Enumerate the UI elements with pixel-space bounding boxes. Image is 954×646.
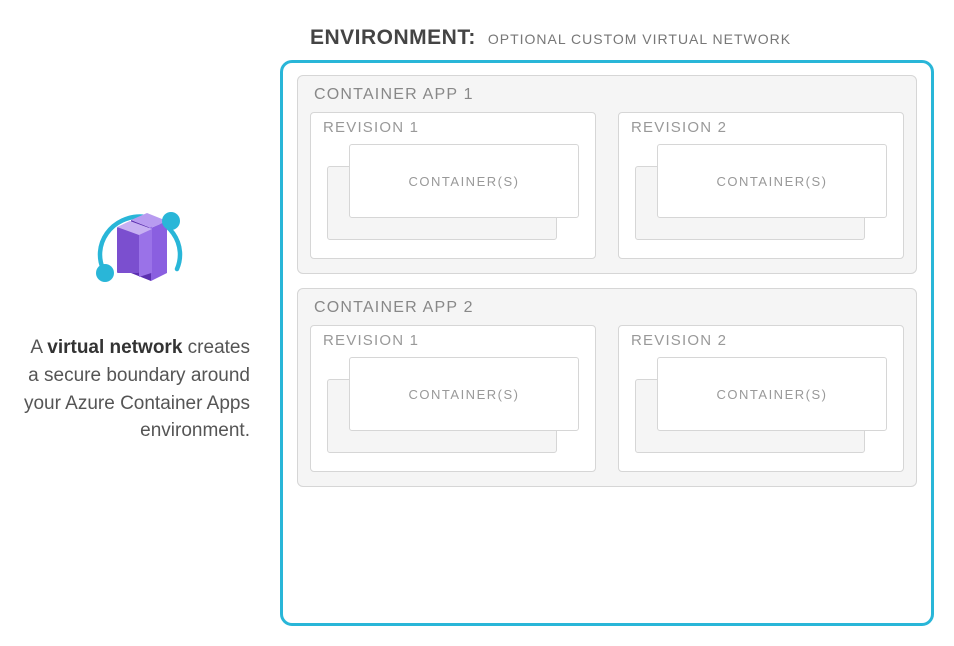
container-label: CONTAINER(S) — [717, 174, 828, 189]
revision-title: REVISION 1 — [323, 119, 585, 136]
description-column: A virtual network creates a secure bound… — [20, 20, 280, 626]
environment-sublabel: OPTIONAL CUSTOM VIRTUAL NETWORK — [488, 31, 791, 47]
environment-label: ENVIRONMENT: — [310, 26, 476, 50]
container-label: CONTAINER(S) — [409, 174, 520, 189]
app-title: CONTAINER APP 1 — [314, 86, 904, 104]
diagram-column: ENVIRONMENT: OPTIONAL CUSTOM VIRTUAL NET… — [280, 20, 934, 626]
app-title: CONTAINER APP 2 — [314, 299, 904, 317]
environment-box: CONTAINER APP 1 REVISION 1 CONTAINER(S) … — [280, 60, 934, 626]
container-stack: CONTAINER(S) — [635, 357, 887, 457]
environment-header: ENVIRONMENT: OPTIONAL CUSTOM VIRTUAL NET… — [280, 20, 934, 60]
container-label: CONTAINER(S) — [409, 387, 520, 402]
revision-title: REVISION 1 — [323, 332, 585, 349]
revision-box: REVISION 1 CONTAINER(S) — [310, 112, 596, 259]
desc-prefix: A — [30, 337, 47, 358]
container-app-2: CONTAINER APP 2 REVISION 1 CONTAINER(S) … — [297, 288, 917, 487]
container-label: CONTAINER(S) — [717, 387, 828, 402]
revision-row: REVISION 1 CONTAINER(S) REVISION 2 CONTA… — [310, 325, 904, 472]
revision-box: REVISION 1 CONTAINER(S) — [310, 325, 596, 472]
container-app-1: CONTAINER APP 1 REVISION 1 CONTAINER(S) … — [297, 75, 917, 274]
virtual-network-icon — [85, 201, 195, 306]
desc-bold: virtual network — [47, 337, 182, 358]
container-stack: CONTAINER(S) — [635, 144, 887, 244]
container-card-front: CONTAINER(S) — [349, 144, 579, 218]
container-card-front: CONTAINER(S) — [657, 357, 887, 431]
container-card-front: CONTAINER(S) — [657, 144, 887, 218]
container-stack: CONTAINER(S) — [327, 144, 579, 244]
revision-title: REVISION 2 — [631, 119, 893, 136]
container-stack: CONTAINER(S) — [327, 357, 579, 457]
revision-title: REVISION 2 — [631, 332, 893, 349]
description-text: A virtual network creates a secure bound… — [20, 334, 260, 444]
revision-row: REVISION 1 CONTAINER(S) REVISION 2 CONTA… — [310, 112, 904, 259]
container-card-front: CONTAINER(S) — [349, 357, 579, 431]
revision-box: REVISION 2 CONTAINER(S) — [618, 325, 904, 472]
revision-box: REVISION 2 CONTAINER(S) — [618, 112, 904, 259]
